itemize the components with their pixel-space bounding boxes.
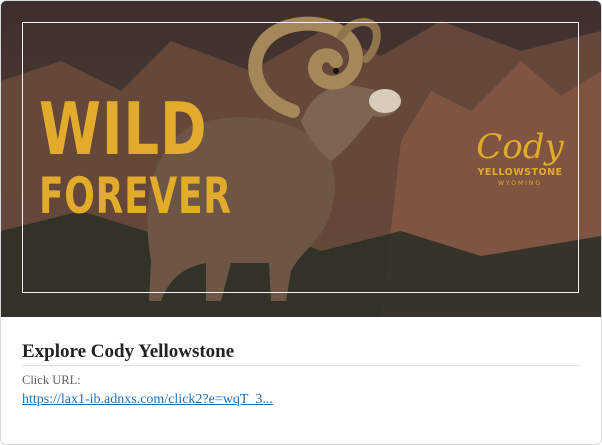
banner-headline: WILD FOREVER <box>39 87 232 225</box>
brand-yellowstone: YELLOWSTONE <box>477 167 563 178</box>
title-divider <box>22 365 581 366</box>
cody-yellowstone-logo: Cody YELLOWSTONE WYOMING <box>471 129 569 187</box>
click-url-label: Click URL: <box>22 373 81 387</box>
headline-forever: FOREVER <box>39 167 232 225</box>
ad-card: WILD FOREVER Cody YELLOWSTONE WYOMING Ex… <box>0 0 602 445</box>
ad-title: Explore Cody Yellowstone <box>22 341 235 362</box>
brand-wyoming: WYOMING <box>497 180 543 187</box>
headline-wild: WILD <box>39 87 208 171</box>
ad-banner-image[interactable]: WILD FOREVER Cody YELLOWSTONE WYOMING <box>1 1 601 317</box>
click-url-link[interactable]: https://lax1-ib.adnxs.com/click2?e=wqT_3… <box>22 392 273 408</box>
brand-cody: Cody <box>476 127 564 167</box>
